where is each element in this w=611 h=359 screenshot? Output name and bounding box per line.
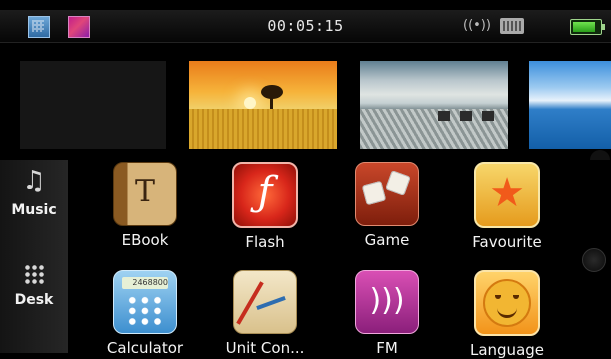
star-icon: ★ [474,162,540,228]
app-calculator[interactable]: 2468800 Calculator [85,270,205,357]
app-grid: T EBook ƒ Flash Game ★ Favourite 2468800… [68,160,611,359]
grid-icon [24,264,44,284]
field-shape [189,109,337,149]
calculator-display: 2468800 [122,277,168,289]
chair-shape [460,111,472,121]
ruler-icon [233,270,297,334]
network-icon [500,18,524,34]
app-label: Calculator [106,339,184,357]
app-ebook[interactable]: T EBook [85,162,205,249]
app-label: FM [376,339,398,357]
music-note-icon: ♫ [22,166,46,196]
calculator-keys [126,295,164,327]
dice-icon [355,162,419,226]
sidebar-item-desk[interactable]: Desk [0,264,68,308]
thumbnail-sea-sky[interactable] [529,61,611,149]
app-label: Favourite [472,233,542,251]
battery-icon [570,19,605,35]
sun-shape [244,97,256,109]
chair-shape [482,111,494,121]
sidebar-item-music[interactable]: ♫ Music [0,166,68,218]
thumbnail-empty[interactable] [20,61,166,149]
thumbnail-sunset-field[interactable] [189,61,337,149]
app-label: Unit Con... [225,339,305,357]
tree-trunk-shape [270,97,273,109]
scroll-knob[interactable] [582,248,606,272]
app-language[interactable]: Language [447,270,567,359]
status-bar: 00:05:15 ((•)) [0,10,611,43]
smiley-icon [474,270,540,336]
ebook-icon: T [113,162,177,226]
flash-icon: ƒ [232,162,298,228]
app-game[interactable]: Game [327,162,447,249]
app-flash[interactable]: ƒ Flash [205,162,325,251]
radio-icon: ))) [355,270,419,334]
chair-shape [438,111,450,121]
app-label: Game [364,231,410,249]
app-fm[interactable]: ))) FM [327,270,447,357]
app-label: Language [469,341,545,359]
thumbnail-strip[interactable] [0,45,611,157]
smiley-face-shape [483,279,531,327]
app-favourite[interactable]: ★ Favourite [447,162,567,251]
sidebar-item-label: Music [11,202,57,218]
app-label: EBook [121,231,169,249]
die-shape [361,180,387,206]
sidebar-item-label: Desk [14,292,54,308]
die-shape [385,170,411,196]
calculator-icon: 2468800 [113,270,177,334]
app-label: Flash [245,233,285,251]
sidebar: ♫ Music Desk [0,160,68,353]
app-unit-converter[interactable]: Unit Con... [205,270,325,357]
signal-icon: ((•)) [463,18,491,33]
thumbnail-beach-deck[interactable] [360,61,508,149]
